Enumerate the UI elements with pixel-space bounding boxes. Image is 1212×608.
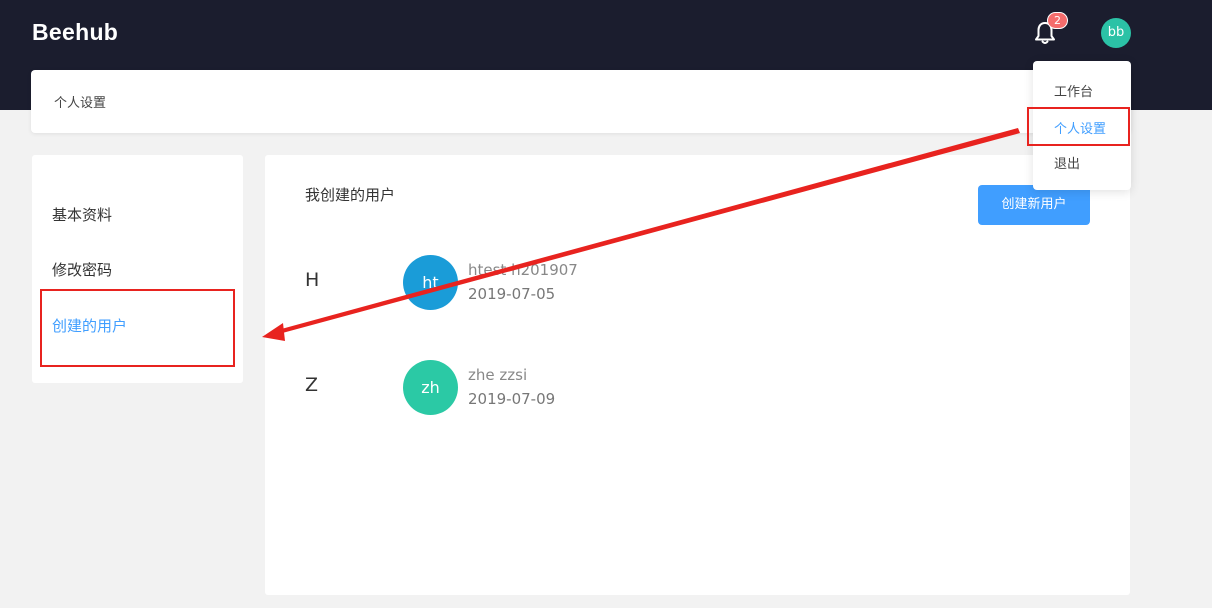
section-title: 我创建的用户 bbox=[305, 186, 396, 204]
settings-sidebar: 基本资料 修改密码 创建的用户 bbox=[32, 155, 243, 383]
user-name: htest h201907 bbox=[468, 261, 578, 279]
user-created-date: 2019-07-09 bbox=[468, 390, 556, 408]
create-new-user-button[interactable]: 创建新用户 bbox=[978, 185, 1090, 225]
menu-item-workbench[interactable]: 工作台 bbox=[1054, 81, 1093, 100]
user-created-date: 2019-07-05 bbox=[468, 285, 556, 303]
sidebar-item-basic-info[interactable]: 基本资料 bbox=[52, 204, 112, 225]
user-name: zhe zzsi bbox=[468, 366, 528, 384]
user-avatar-button[interactable]: bb bbox=[1101, 18, 1131, 48]
menu-item-logout[interactable]: 退出 bbox=[1054, 153, 1080, 172]
created-users-panel: 我创建的用户 创建新用户 H ht htest h201907 2019-07-… bbox=[265, 155, 1130, 595]
page-title: 个人设置 bbox=[54, 96, 107, 111]
group-letter: H bbox=[305, 269, 320, 291]
app-logo[interactable]: Beehub bbox=[32, 19, 118, 46]
user-dropdown-menu: 工作台 个人设置 退出 bbox=[1033, 61, 1131, 190]
user-avatar[interactable]: ht bbox=[403, 255, 458, 310]
sidebar-item-change-password[interactable]: 修改密码 bbox=[52, 259, 112, 280]
group-letter: Z bbox=[305, 374, 319, 396]
menu-item-personal-settings[interactable]: 个人设置 bbox=[1054, 118, 1106, 137]
sidebar-item-created-users[interactable]: 创建的用户 bbox=[52, 315, 127, 336]
notification-count-badge: 2 bbox=[1047, 12, 1068, 29]
user-avatar[interactable]: zh bbox=[403, 360, 458, 415]
breadcrumb-bar: 个人设置 bbox=[31, 70, 1131, 133]
